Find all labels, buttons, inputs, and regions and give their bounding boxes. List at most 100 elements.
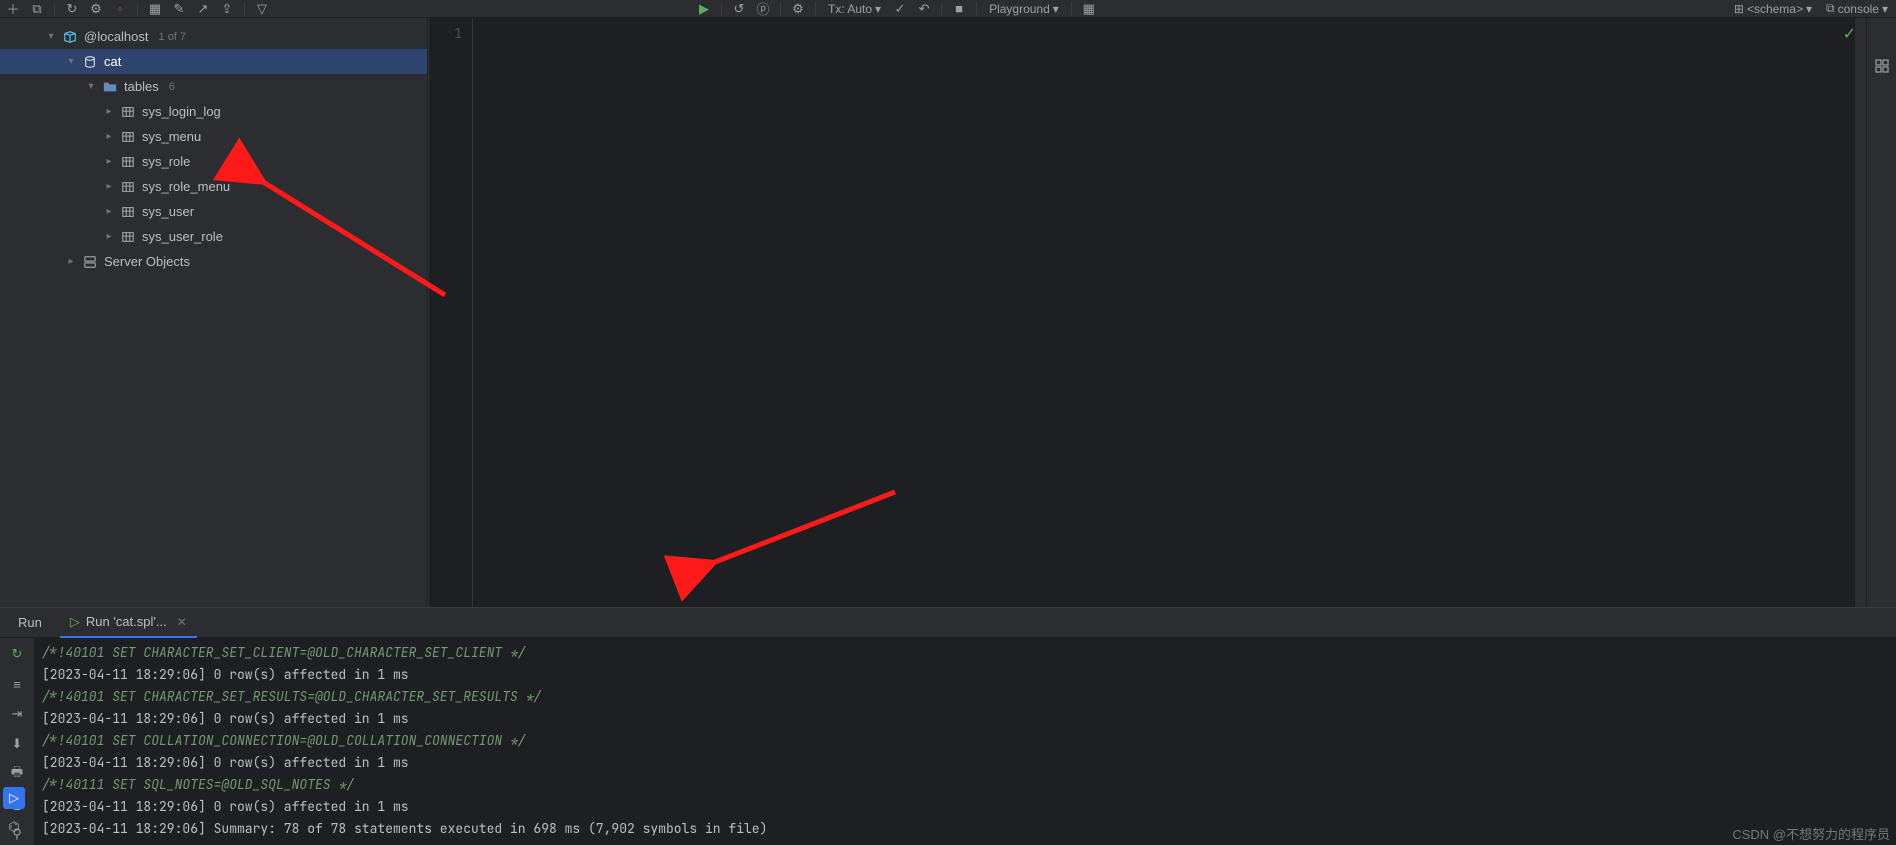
console-log-line: [2023-04-11 18:29:06] 0 row(s) affected …: [42, 796, 1888, 818]
chevron-down-icon: [1053, 2, 1059, 16]
database-tree[interactable]: @localhost 1 of 7 cat tables 6 sys_login…: [0, 18, 428, 607]
tx-mode-dropdown[interactable]: Tx: Auto: [824, 2, 885, 16]
table-icon: [120, 154, 136, 170]
tree-table-row[interactable]: sys_login_log: [0, 99, 427, 124]
tab-run[interactable]: Run: [8, 608, 52, 638]
code-editor[interactable]: [472, 18, 1854, 607]
tree-table-row[interactable]: sys_user: [0, 199, 427, 224]
tree-table-label: sys_role_menu: [140, 179, 230, 194]
jump-icon[interactable]: ↗: [194, 1, 212, 17]
right-toolwindow-strip: [1866, 18, 1896, 607]
console-sql-comment: /*!40101 SET CHARACTER_SET_RESULTS=@OLD_…: [42, 686, 1888, 708]
tree-table-label: sys_login_log: [140, 104, 221, 119]
folder-icon: [102, 79, 118, 95]
chevron-right-icon[interactable]: [102, 131, 116, 142]
chevron-right-icon[interactable]: [102, 156, 116, 167]
run-panel-tabs: Run ▷ Run 'cat.spl'... ✕: [0, 608, 1896, 638]
close-icon[interactable]: ✕: [177, 615, 187, 629]
top-toolbar: ＋ ⧉ ↻ ⚙ ◦ ▦ ✎ ↗ ⇪ ▽ ▶ ↺ ⓟ ⚙ Tx: Auto ✓ ↶: [0, 0, 1896, 18]
stop-icon[interactable]: ≡: [6, 674, 28, 694]
tree-server-objects[interactable]: Server Objects: [0, 249, 427, 274]
watermark: CSDN @不想努力的程序员: [1732, 824, 1890, 843]
tree-table-row[interactable]: sys_menu: [0, 124, 427, 149]
table-icon: [120, 179, 136, 195]
tree-tables-folder[interactable]: tables 6: [0, 74, 427, 99]
chevron-down-icon: [1806, 2, 1812, 16]
rollback-icon[interactable]: ↶: [915, 1, 933, 17]
chevron-right-icon[interactable]: [102, 206, 116, 217]
tab-run-label: Run: [18, 615, 42, 630]
chevron-right-icon[interactable]: [102, 106, 116, 117]
console-dropdown[interactable]: ⧉ console: [1822, 1, 1892, 16]
tree-table-label: sys_role: [140, 154, 190, 169]
console-log-line: [2023-04-11 18:29:06] 0 row(s) affected …: [42, 664, 1888, 686]
datasource-icon: [62, 29, 78, 45]
edit-icon[interactable]: ✎: [170, 1, 188, 17]
playground-dropdown[interactable]: Playground: [985, 2, 1063, 16]
console-log-line: [2023-04-11 18:29:06] Summary: 78 of 78 …: [42, 818, 1888, 840]
chevron-down-icon[interactable]: [84, 81, 98, 92]
print-icon[interactable]: 🖶: [6, 764, 28, 784]
run-panel: Run ▷ Run 'cat.spl'... ✕ ↻ ≡ ⇥ ⬇ 🖶 🗑 ⚲ /…: [0, 607, 1896, 845]
console-sql-comment: /*!40111 SET SQL_NOTES=@OLD_SQL_NOTES */: [42, 774, 1888, 796]
add-icon[interactable]: ＋: [4, 1, 22, 17]
cancel-icon[interactable]: ■: [950, 1, 968, 17]
stop-icon[interactable]: ◦: [111, 1, 129, 17]
tree-table-label: sys_user: [140, 204, 194, 219]
layout-icon[interactable]: ▦: [1080, 1, 1098, 17]
console-output[interactable]: /*!40101 SET CHARACTER_SET_CLIENT=@OLD_C…: [34, 638, 1896, 845]
commit-icon[interactable]: ✓: [891, 1, 909, 17]
chevron-right-icon[interactable]: [102, 231, 116, 242]
tree-table-label: sys_menu: [140, 129, 201, 144]
left-toolwindow-strip: ▷ ⌬: [0, 787, 28, 835]
chevron-down-icon[interactable]: [44, 31, 58, 42]
refresh-icon[interactable]: ↻: [63, 1, 81, 17]
tab-run-script-label: Run 'cat.spl'...: [86, 614, 167, 629]
rerun-icon[interactable]: ↻: [6, 644, 28, 664]
tree-table-label: sys_user_role: [140, 229, 223, 244]
chevron-down-icon[interactable]: [64, 56, 78, 67]
tree-schema[interactable]: cat: [0, 49, 427, 74]
chevron-right-icon[interactable]: [64, 256, 78, 267]
editor-area: 1 ✓: [428, 18, 1866, 607]
schema-icon: [82, 54, 98, 70]
explain-icon[interactable]: ⓟ: [754, 1, 772, 17]
gear-icon[interactable]: ⚙: [87, 1, 105, 17]
run-toolwindow-button[interactable]: ▷: [3, 787, 25, 809]
console-log-line: [2023-04-11 18:29:06] 0 row(s) affected …: [42, 752, 1888, 774]
export-icon[interactable]: ⇪: [218, 1, 236, 17]
editor-gutter: 1: [428, 18, 472, 607]
tree-connection[interactable]: @localhost 1 of 7: [0, 24, 427, 49]
tree-tables-count: 6: [169, 81, 175, 93]
table-icon: [120, 104, 136, 120]
tree-table-row[interactable]: sys_role: [0, 149, 427, 174]
line-number: 1: [429, 24, 462, 44]
chevron-down-icon: [1882, 2, 1888, 16]
tool-db-icon[interactable]: [1873, 58, 1891, 74]
tab-run-script[interactable]: ▷ Run 'cat.spl'... ✕: [60, 608, 197, 638]
table-icon: [120, 129, 136, 145]
settings-icon[interactable]: ⚙: [789, 1, 807, 17]
chevron-down-icon: [875, 2, 881, 16]
inspection-ok-icon[interactable]: ✓: [1843, 24, 1856, 44]
tree-table-row[interactable]: sys_user_role: [0, 224, 427, 249]
chevron-right-icon[interactable]: [102, 181, 116, 192]
table-icon: [120, 204, 136, 220]
structure-icon[interactable]: ⌬: [5, 819, 23, 835]
softwrap-icon[interactable]: ⇥: [6, 704, 28, 724]
filter-icon[interactable]: ▽: [253, 1, 271, 17]
tree-connection-badge: 1 of 7: [159, 31, 187, 43]
download-icon[interactable]: ⬇: [6, 734, 28, 754]
history-icon[interactable]: ↺: [730, 1, 748, 17]
copy-icon[interactable]: ⧉: [28, 1, 46, 17]
run-icon[interactable]: ▶: [695, 1, 713, 17]
tree-table-row[interactable]: sys_role_menu: [0, 174, 427, 199]
console-log-line: [2023-04-11 18:29:06] 0 row(s) affected …: [42, 708, 1888, 730]
tree-server-objects-label: Server Objects: [102, 254, 190, 269]
table-icon: [120, 229, 136, 245]
server-objects-icon: [82, 254, 98, 270]
console-sql-comment: /*!40101 SET COLLATION_CONNECTION=@OLD_C…: [42, 730, 1888, 752]
schema-dropdown[interactable]: ⊞ <schema>: [1730, 2, 1816, 16]
scrollbar[interactable]: [1854, 18, 1866, 607]
table-icon[interactable]: ▦: [146, 1, 164, 17]
